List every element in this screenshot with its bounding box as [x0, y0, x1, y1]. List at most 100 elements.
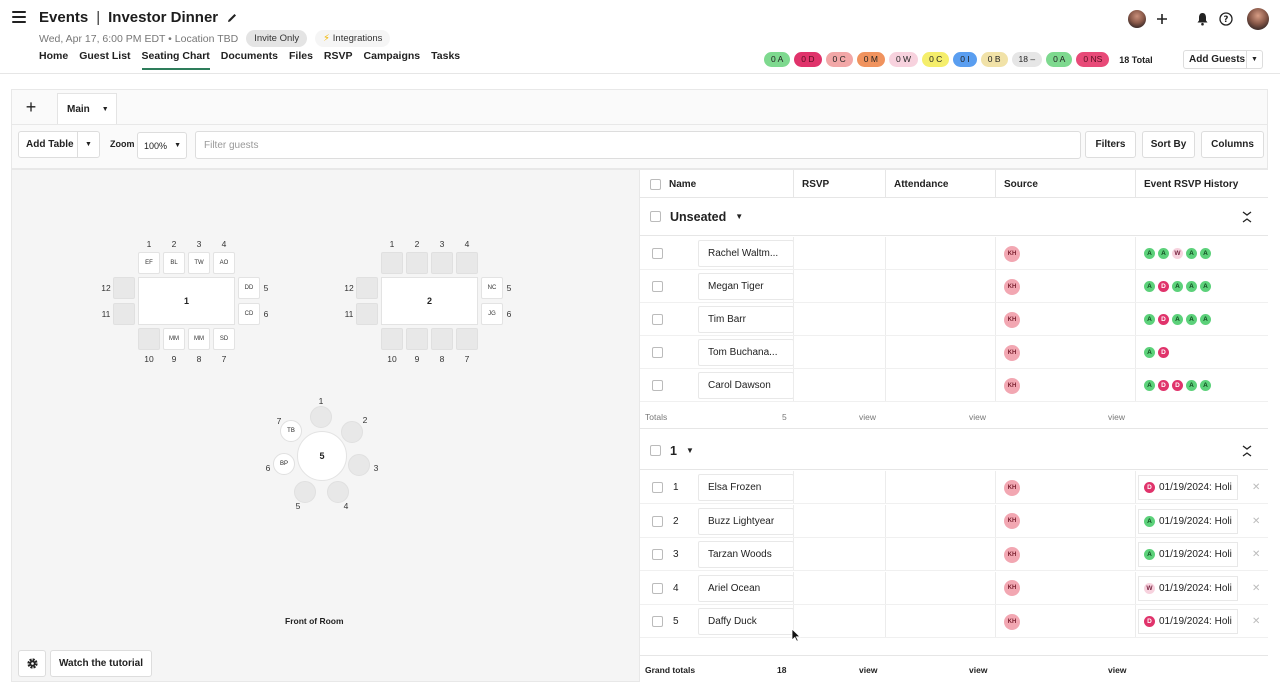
close-icon[interactable]: ✕ — [1252, 538, 1260, 571]
chevron-down-icon[interactable]: ▼ — [77, 132, 99, 157]
table-row[interactable]: 4 Ariel Ocean KH W 01/19/2024: Holi ✕ — [640, 571, 1268, 605]
status-pill[interactable]: 18 – — [1011, 52, 1043, 67]
settings-button[interactable] — [18, 650, 46, 677]
guest-name[interactable]: Tarzan Woods — [698, 541, 794, 568]
nav-documents[interactable]: Documents — [221, 50, 278, 70]
seat-2-2[interactable] — [406, 252, 428, 274]
nav-guest-list[interactable]: Guest List — [79, 50, 130, 70]
group-unseated[interactable]: Unseated ▼ — [640, 198, 1268, 236]
chevron-down-icon[interactable]: ▼ — [1246, 51, 1262, 68]
seat-5-6[interactable]: BP — [273, 453, 295, 475]
table-row[interactable]: 3 Tarzan Woods KH A 01/19/2024: Holi ✕ — [640, 538, 1268, 571]
zoom-select[interactable]: 100% ▼ — [137, 132, 187, 159]
bell-icon[interactable] — [1196, 12, 1209, 26]
attendance-view-link[interactable]: view — [969, 656, 987, 682]
tab-main[interactable]: Main ▼ — [57, 93, 117, 125]
col-source[interactable]: Source — [995, 170, 1135, 198]
nav-rsvp[interactable]: RSVP — [324, 50, 353, 70]
guest-name[interactable]: Ariel Ocean — [698, 574, 794, 602]
col-attendance[interactable]: Attendance — [885, 170, 995, 198]
table-2-top[interactable]: 2 — [381, 277, 478, 325]
caret-down-icon[interactable]: ▼ — [735, 212, 743, 221]
table-row[interactable]: 2 Buzz Lightyear KH A 01/19/2024: Holi ✕ — [640, 504, 1268, 538]
seat-1-8[interactable]: MM — [188, 328, 210, 350]
nav-campaigns[interactable]: Campaigns — [364, 50, 421, 70]
source-view-link[interactable]: view — [1108, 656, 1126, 682]
seat-2-5[interactable]: NC — [481, 277, 503, 299]
row-checkbox[interactable] — [652, 237, 663, 270]
add-guests-button[interactable]: Add Guests ▼ — [1183, 50, 1263, 69]
group-table-1[interactable]: 1 ▼ — [640, 432, 1268, 470]
table-row[interactable]: 5 Daffy Duck KH D 01/19/2024: Holi ✕ — [640, 605, 1268, 638]
seat-1-12[interactable] — [113, 277, 135, 299]
row-checkbox[interactable] — [652, 572, 663, 605]
row-checkbox[interactable] — [652, 369, 663, 402]
integrations-chip[interactable]: ⚡ Integrations — [315, 30, 391, 47]
status-pill[interactable]: 0 D — [794, 52, 822, 67]
app-title[interactable]: Events — [39, 9, 88, 26]
user-avatar[interactable] — [1247, 8, 1269, 30]
table-row[interactable]: 1 Elsa Frozen KH D 01/19/2024: Holi ✕ — [640, 471, 1268, 504]
seat-2-6[interactable]: JG — [481, 303, 503, 325]
seat-2-4[interactable] — [456, 252, 478, 274]
row-checkbox[interactable] — [652, 605, 663, 638]
source-view-link[interactable]: view — [1108, 405, 1125, 429]
status-pill[interactable]: 0 C — [922, 52, 950, 67]
status-pill[interactable]: 0 M — [856, 52, 885, 67]
seat-2-1[interactable] — [381, 252, 403, 274]
status-pill[interactable]: 0 C — [825, 52, 853, 67]
rsvp-view-link[interactable]: view — [859, 656, 877, 682]
guest-name[interactable]: Megan Tiger — [698, 273, 794, 300]
menu-icon[interactable] — [12, 11, 26, 23]
status-pill[interactable]: 0 B — [980, 52, 1008, 67]
seat-1-4[interactable]: AO — [213, 252, 235, 274]
seat-1-10[interactable] — [138, 328, 160, 350]
guest-name[interactable]: Carol Dawson — [698, 372, 794, 399]
row-checkbox[interactable] — [652, 538, 663, 571]
group-checkbox[interactable] — [650, 445, 661, 456]
seat-1-1[interactable]: EF — [138, 252, 160, 274]
col-rsvp[interactable]: RSVP — [793, 170, 885, 198]
table-row[interactable]: Megan Tiger KH A D A A A — [640, 270, 1268, 303]
sort-by-button[interactable]: Sort By — [1142, 131, 1195, 158]
table-row[interactable]: Carol Dawson KH A D D A A — [640, 369, 1268, 402]
seat-5-3[interactable] — [348, 454, 370, 476]
select-all-checkbox[interactable] — [648, 170, 661, 198]
table-1-top[interactable]: 1 — [138, 277, 235, 325]
filters-button[interactable]: Filters — [1085, 131, 1136, 158]
table-row[interactable]: Tom Buchana... KH A D — [640, 336, 1268, 369]
table-row[interactable]: Tim Barr KH A D A A A — [640, 303, 1268, 336]
plus-icon[interactable] — [1156, 13, 1168, 25]
seat-2-12[interactable] — [356, 277, 378, 299]
row-checkbox[interactable] — [652, 505, 663, 538]
col-name[interactable]: Name — [661, 170, 696, 198]
columns-button[interactable]: Columns — [1201, 131, 1264, 158]
seat-1-11[interactable] — [113, 303, 135, 325]
seat-1-3[interactable]: TW — [188, 252, 210, 274]
collapse-icon[interactable] — [1242, 445, 1252, 457]
watch-tutorial-button[interactable]: Watch the tutorial — [50, 650, 152, 677]
help-icon[interactable]: ? — [1219, 12, 1233, 26]
status-pill[interactable]: 0 W — [888, 52, 919, 67]
close-icon[interactable]: ✕ — [1252, 471, 1260, 504]
caret-down-icon[interactable]: ▼ — [686, 446, 694, 455]
seat-1-7[interactable]: SD — [213, 328, 235, 350]
seat-5-4[interactable] — [327, 481, 349, 503]
close-icon[interactable]: ✕ — [1252, 605, 1260, 638]
invite-only-chip[interactable]: Invite Only — [246, 30, 308, 47]
add-table-button[interactable]: Add Table ▼ — [18, 131, 100, 158]
status-pill[interactable]: 0 A — [1046, 52, 1073, 67]
add-layout-button[interactable]: + — [16, 93, 46, 121]
row-checkbox[interactable] — [652, 336, 663, 369]
seat-2-10[interactable] — [381, 328, 403, 350]
caret-down-icon[interactable]: ▼ — [102, 106, 109, 113]
group-checkbox[interactable] — [650, 211, 661, 222]
seat-2-11[interactable] — [356, 303, 378, 325]
nav-tasks[interactable]: Tasks — [431, 50, 460, 70]
guest-name[interactable]: Tom Buchana... — [698, 339, 794, 366]
guest-name[interactable]: Buzz Lightyear — [698, 507, 794, 535]
pencil-icon[interactable] — [226, 12, 238, 24]
rsvp-view-link[interactable]: view — [859, 405, 876, 429]
seat-5-1[interactable] — [310, 406, 332, 428]
seat-1-9[interactable]: MM — [163, 328, 185, 350]
